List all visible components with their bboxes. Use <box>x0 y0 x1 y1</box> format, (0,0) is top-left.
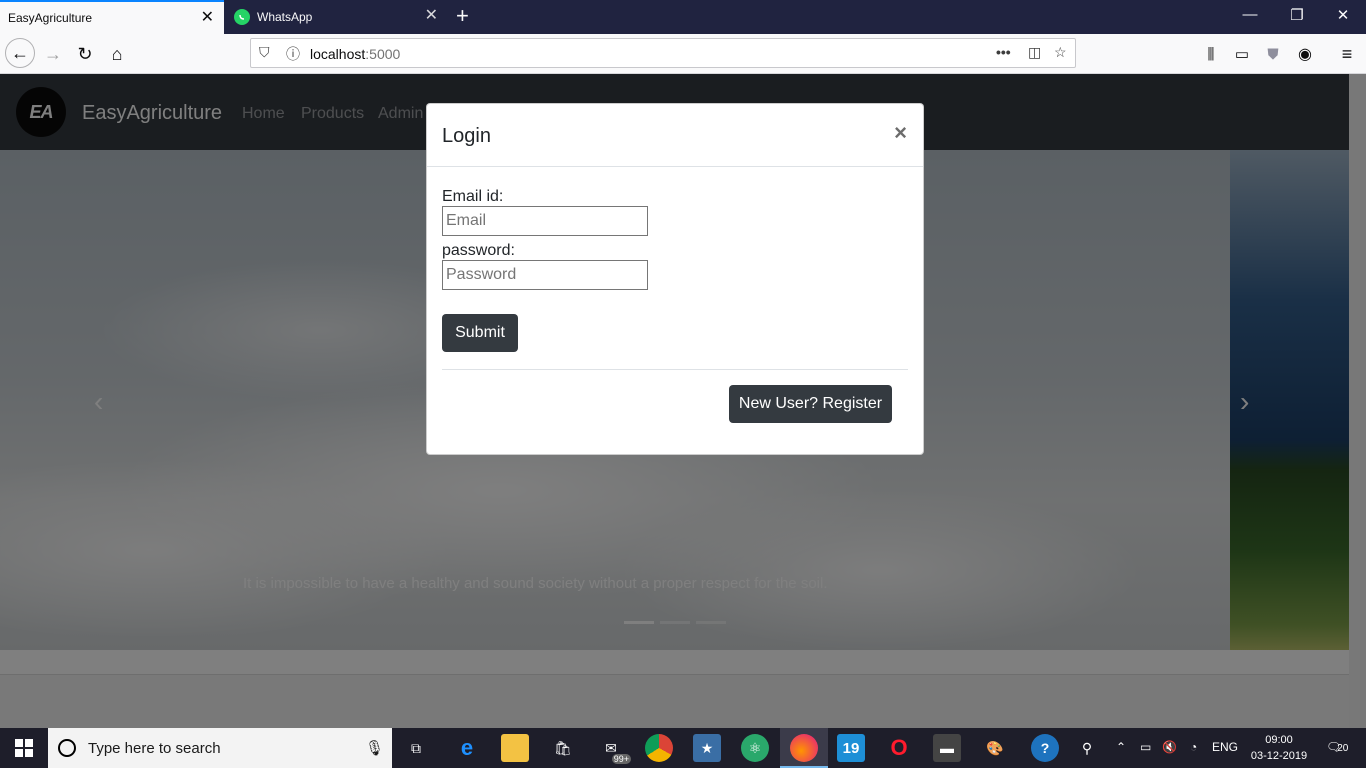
restore-icon[interactable]: ❐ <box>1287 6 1307 24</box>
paint-icon[interactable]: 🎨 <box>981 734 1009 762</box>
tray-chevron-icon[interactable]: ⌃ <box>1116 740 1126 754</box>
notification-count: 20 <box>1337 743 1349 754</box>
info-icon[interactable]: ⓘ <box>286 44 300 64</box>
reload-icon[interactable]: ↻ <box>72 41 98 67</box>
volume-icon[interactable]: 🔇 <box>1162 740 1177 754</box>
library-icon[interactable]: ⫼ <box>1198 41 1224 67</box>
mail-icon[interactable]: ✉ 99+ <box>597 734 631 764</box>
register-button[interactable]: New User? Register <box>729 385 892 423</box>
chrome-icon[interactable] <box>645 734 673 762</box>
atom-icon[interactable]: ⚛ <box>741 734 769 762</box>
url-host: localhost <box>310 46 366 62</box>
new-tab-icon[interactable]: + <box>456 5 469 27</box>
battery-icon[interactable]: ▭ <box>1140 740 1151 754</box>
browser-toolbar: ← → ↻ ⌂ ⛉ ⓘ localhost:5000 ••• ◫ ☆ ⫼ ▭ ⛊… <box>0 34 1366 74</box>
tab-whatsapp[interactable]: WhatsApp ✕ <box>226 0 448 34</box>
bookmark-star-icon[interactable]: ☆ <box>1054 44 1067 61</box>
mail-badge: 99+ <box>611 754 631 764</box>
tab-easyagriculture[interactable]: EasyAgriculture ✕ <box>0 0 224 34</box>
tab-title: EasyAgriculture <box>8 11 93 25</box>
tracking-shield-icon[interactable]: ⛊ <box>1260 41 1286 67</box>
wifi-icon[interactable]: ◔ <box>1190 740 1197 754</box>
login-modal: Login × Email id: password: Submit New U… <box>426 103 924 455</box>
email-field[interactable] <box>442 206 648 236</box>
edge-icon[interactable]: e <box>453 734 481 762</box>
help-icon[interactable]: ? <box>1031 734 1059 762</box>
clock-time: 09:00 <box>1265 734 1293 746</box>
people-icon[interactable]: ⚲ <box>1073 734 1101 762</box>
app-icon[interactable]: ★ <box>693 734 721 762</box>
back-icon[interactable]: ← <box>5 38 35 68</box>
close-tab-icon[interactable]: ✕ <box>201 10 214 26</box>
minimize-icon[interactable]: — <box>1240 6 1260 23</box>
forward-icon[interactable]: → <box>40 41 66 67</box>
whatsapp-icon <box>234 9 250 25</box>
notifications-icon[interactable]: 🗨20 <box>1326 740 1348 754</box>
account-icon[interactable]: ◉ <box>1292 41 1318 67</box>
language-indicator[interactable]: ENG <box>1212 740 1238 754</box>
divider <box>442 369 908 370</box>
close-window-icon[interactable]: ✕ <box>1333 6 1353 24</box>
close-tab-icon[interactable]: ✕ <box>425 8 438 24</box>
password-label: password: <box>442 242 515 259</box>
browser-tab-strip: EasyAgriculture ✕ WhatsApp ✕ + — ❐ ✕ <box>0 0 1366 34</box>
modal-title: Login <box>442 125 491 147</box>
sidebar-icon[interactable]: ▭ <box>1229 41 1255 67</box>
url-port: :5000 <box>365 46 401 62</box>
pocket-icon[interactable]: ◫ <box>1028 44 1041 61</box>
opera-icon[interactable]: O <box>885 734 913 762</box>
file-explorer-icon[interactable] <box>501 734 529 762</box>
clock-date: 03-12-2019 <box>1250 750 1308 762</box>
windows-taskbar: Type here to search 🎙 ⧉ e 🛍 ✉ 99+ ★ ⚛ 19… <box>0 728 1366 768</box>
calendar-icon[interactable]: 19 <box>837 734 865 762</box>
search-placeholder: Type here to search <box>88 740 221 757</box>
home-icon[interactable]: ⌂ <box>104 41 130 67</box>
address-bar[interactable]: ⛉ ⓘ localhost:5000 ••• ◫ ☆ <box>250 38 1076 68</box>
email-label: Email id: <box>442 188 504 205</box>
microphone-icon[interactable]: 🎙 <box>365 739 384 757</box>
task-view-icon[interactable]: ⧉ <box>402 734 430 762</box>
password-field[interactable] <box>442 260 648 290</box>
cortana-icon <box>58 739 76 757</box>
firefox-icon[interactable] <box>790 734 818 762</box>
taskbar-search-box[interactable]: Type here to search 🎙 <box>48 728 392 768</box>
terminal-icon[interactable]: ▬ <box>933 734 961 762</box>
shield-icon[interactable]: ⛉ <box>259 44 270 61</box>
windows-start-icon[interactable] <box>0 728 48 768</box>
menu-icon[interactable]: ≡ <box>1334 41 1360 67</box>
submit-button[interactable]: Submit <box>442 314 518 352</box>
clock[interactable]: 09:00 03-12-2019 <box>1248 732 1310 764</box>
page-actions-icon[interactable]: ••• <box>996 44 1011 60</box>
url-text[interactable]: localhost:5000 <box>310 46 400 62</box>
close-icon[interactable]: × <box>894 122 907 144</box>
store-icon[interactable]: 🛍 <box>549 734 577 762</box>
tab-title: WhatsApp <box>257 10 313 24</box>
modal-header: Login × <box>427 104 923 167</box>
